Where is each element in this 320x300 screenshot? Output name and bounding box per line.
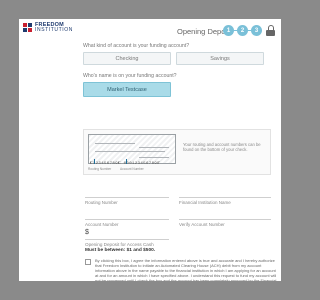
check-image (88, 134, 176, 164)
institution-name-input[interactable] (179, 186, 271, 196)
deposit-amount-input[interactable]: $ (85, 229, 89, 236)
flag-logo-icon (23, 23, 33, 33)
consent-text: By clicking this box, I agree the inform… (95, 258, 277, 281)
savings-option-button[interactable]: Savings (176, 52, 264, 65)
verify-account-number-input[interactable] (179, 208, 271, 218)
check-diagram: ⑆123456789⑆ 000123456789⑈ Routing Number… (83, 129, 271, 175)
routing-number-caption: Routing Number (88, 167, 112, 171)
verify-account-number-field: Verify Account Number (179, 201, 271, 227)
step-3[interactable]: 3 (251, 25, 262, 36)
step-indicator: 1 2 3 (223, 25, 275, 36)
account-number-label: Account Number (85, 222, 119, 227)
account-holder-option-button[interactable]: Markel Testcase (83, 82, 171, 97)
routing-number-input[interactable] (85, 186, 169, 196)
account-name-question: Who's name is on your funding account? (83, 73, 177, 79)
checking-option-button[interactable]: Checking (83, 52, 171, 65)
account-number-field: Account Number (85, 201, 169, 227)
check-hint-text: Your routing and account numbers can be … (183, 142, 261, 152)
freedom-institution-logo: FREEDOM INSTITUTION (23, 22, 73, 33)
deposit-label: Opening Deposit for Access Cash (85, 242, 154, 247)
consent-checkbox[interactable] (85, 259, 91, 265)
step-2[interactable]: 2 (237, 25, 248, 36)
deposit-range: Must be between: $1 and $500. (85, 248, 156, 253)
lock-icon (266, 25, 275, 36)
account-type-question: What kind of account is your funding acc… (83, 43, 190, 49)
micr-line: ⑆123456789⑆ 000123456789⑈ (90, 162, 161, 166)
account-number-input[interactable] (85, 208, 169, 218)
opening-deposit-panel: FREEDOM INSTITUTION Opening Deposit 1 2 … (19, 19, 281, 281)
logo-line2: INSTITUTION (35, 27, 73, 33)
step-1[interactable]: 1 (223, 25, 234, 36)
account-number-caption: Account Number (120, 167, 144, 171)
verify-account-number-label: Verify Account Number (179, 222, 225, 227)
